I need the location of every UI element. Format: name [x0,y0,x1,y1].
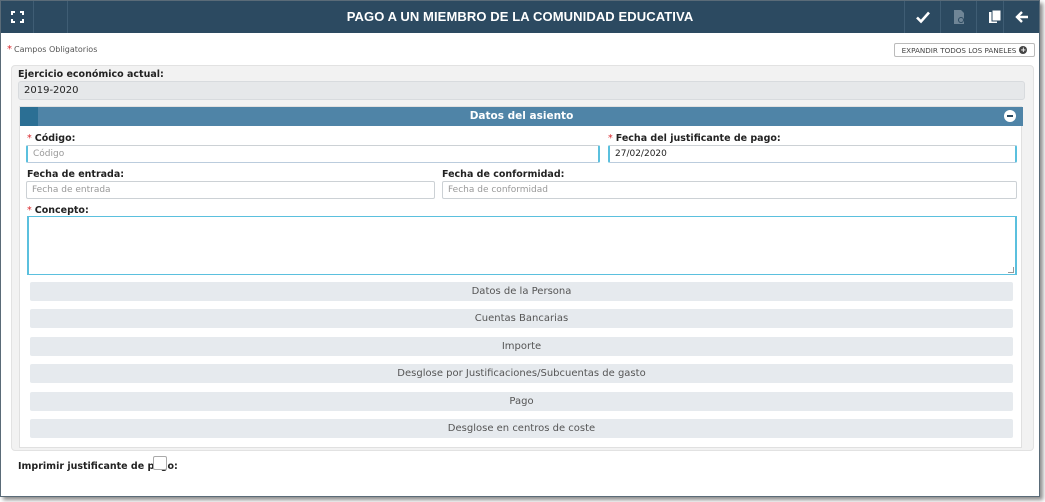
check-icon [915,11,930,24]
section-desglose-centros-coste[interactable]: Desglose en centros de coste [30,419,1013,438]
panel-header[interactable]: Datos del asiento [20,107,1023,126]
resize-handle[interactable] [1008,267,1014,273]
section-datos-persona[interactable]: Datos de la Persona [30,282,1013,301]
window-frame: PAGO A UN MIEMBRO DE LA COMUNIDAD EDUCAT… [0,0,1040,497]
section-importe[interactable]: Importe [30,337,1013,356]
codigo-input[interactable]: Código [26,145,600,163]
panel-title: Datos del asiento [469,110,574,122]
plus-circle-icon: + [1019,46,1028,54]
section-cuentas-bancarias[interactable]: Cuentas Bancarias [30,309,1013,328]
back-button[interactable] [1003,1,1039,33]
fecha-entrada-label: Fecha de entrada: [27,169,125,180]
fiscal-year-label: Ejercicio económico actual: [18,69,164,80]
fecha-conformidad-input[interactable]: Fecha de conformidad [442,181,1017,199]
required-fields-note: * Campos Obligatorios [7,44,98,55]
collapse-icon[interactable] [1004,110,1016,122]
concepto-textarea[interactable] [27,216,1017,275]
copy-icon [988,9,1001,23]
required-star-icon: * [27,133,32,144]
page-title: PAGO A UN MIEMBRO DE LA COMUNIDAD EDUCAT… [346,9,694,24]
print-receipt-checkbox[interactable] [153,456,167,470]
fiscal-year-value: 2019-2020 [18,81,1025,100]
expand-all-panels-button[interactable]: EXPANDIR TODOS LOS PANELES + [894,43,1035,57]
fecha-justificante-input[interactable]: 27/02/2020 [608,145,1017,163]
section-desglose-justificaciones[interactable]: Desglose por Justificaciones/Subcuentas … [30,364,1013,383]
document-button[interactable] [940,1,976,33]
required-star-icon: * [7,44,12,55]
section-pago[interactable]: Pago [30,392,1013,411]
document-icon [953,10,964,24]
fecha-entrada-input[interactable]: Fecha de entrada [26,181,435,199]
fecha-conformidad-label: Fecha de conformidad: [442,169,565,180]
header-bar: PAGO A UN MIEMBRO DE LA COMUNIDAD EDUCAT… [1,1,1039,33]
required-star-icon: * [608,133,613,144]
concepto-label: * Concepto: [27,205,89,216]
arrow-left-icon [1014,11,1028,23]
required-star-icon: * [27,205,32,216]
accept-button[interactable] [904,1,940,33]
fecha-justificante-label: * Fecha del justificante de pago: [608,133,781,144]
codigo-label: * Código: [27,133,76,144]
